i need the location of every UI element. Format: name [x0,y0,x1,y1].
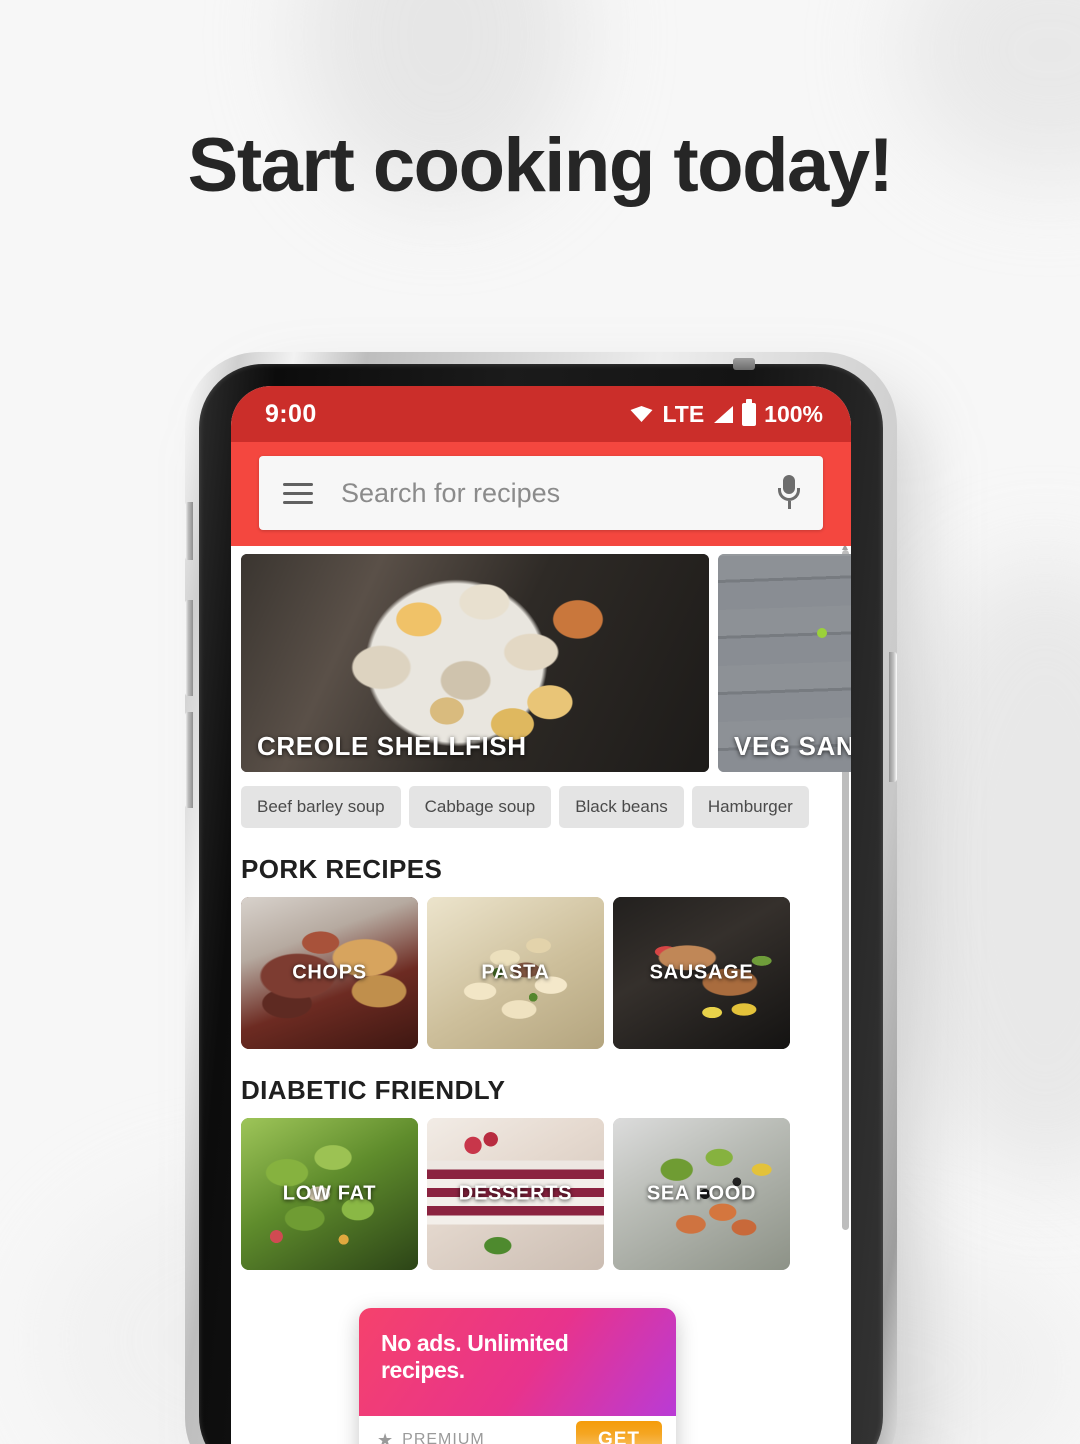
tile-sea-food[interactable]: SEA FOOD [613,1118,790,1270]
ad-banner[interactable]: No ads. Unlimited recipes. [359,1308,676,1416]
chip-cabbage-soup[interactable]: Cabbage soup [408,786,552,828]
tile-low-fat[interactable]: LOW FAT [241,1118,418,1270]
tile-sausage[interactable]: SAUSAGE [613,897,790,1049]
network-type-label: LTE [662,400,705,427]
search-placeholder-text: Search for recipes [341,477,561,508]
tile-chops[interactable]: CHOPS [241,897,418,1049]
silent-switch-button[interactable] [185,502,193,560]
microphone-icon[interactable] [777,475,801,511]
star-icon: ★ [377,1429,395,1444]
suggestion-chips[interactable]: Beef barley soup Cabbage soup Black bean… [231,772,851,828]
diabetic-friendly-tiles: LOW FAT DESSERTS SEA FOOD [231,1118,851,1270]
wifi-icon [630,406,653,422]
tile-desserts[interactable]: DESSERTS [427,1118,604,1270]
tile-label: LOW FAT [282,1182,377,1205]
power-button[interactable] [889,652,897,782]
phone-mockup: 9:00 LTE 100% Search for recipes CREOLE … [185,352,913,1444]
section-title-pork-recipes: PORK RECIPES [241,854,443,884]
tile-pasta[interactable]: PASTA [427,897,604,1049]
chip-beef-barley-soup[interactable]: Beef barley soup [241,786,401,828]
hero-card-title: CREOLE SHELLFISH [257,731,527,761]
tile-label: SAUSAGE [649,961,754,984]
premium-label: PREMIUM [402,1431,485,1444]
volume-down-button[interactable] [185,712,193,808]
speaker-icon [733,358,755,370]
hero-card-title: VEG SAND [734,731,851,761]
get-button[interactable]: GET [575,1421,662,1444]
tile-label: SEA FOOD [646,1182,757,1205]
status-time: 9:00 [265,399,317,428]
hero-card[interactable]: CREOLE SHELLFISH [241,554,709,772]
tile-label: PASTA [481,961,550,984]
signal-icon [714,405,734,423]
premium-ad-card[interactable]: No ads. Unlimited recipes. ★ PREMIUM GET [359,1308,676,1444]
pork-recipes-tiles: CHOPS PASTA SAUSAGE [231,897,851,1049]
chip-hamburger[interactable]: Hamburger [691,786,809,828]
hero-card[interactable]: VEG SAND [718,554,851,772]
page-headline: Start cooking today! [187,123,894,208]
section-title-diabetic-friendly: DIABETIC FRIENDLY [241,1075,506,1105]
search-input[interactable]: Search for recipes [259,456,823,530]
ad-footer: ★ PREMIUM GET [359,1416,676,1444]
volume-up-button[interactable] [185,600,193,696]
ad-headline-line2: recipes. [381,1357,465,1384]
battery-icon [742,398,757,426]
ad-headline-line1: No ads. Unlimited [381,1330,569,1356]
tile-label: DESSERTS [458,1182,573,1205]
hero-carousel[interactable]: CREOLE SHELLFISH VEG SAND [231,546,851,772]
chip-black-beans[interactable]: Black beans [559,786,684,828]
hamburger-menu-icon[interactable] [283,482,313,504]
status-indicators: LTE 100% [629,398,823,428]
search-bar-zone: Search for recipes [231,442,851,546]
premium-badge: ★ PREMIUM [377,1430,485,1444]
phone-screen: 9:00 LTE 100% Search for recipes CREOLE … [231,386,851,1444]
battery-percent-label: 100% [764,400,823,427]
tile-label: CHOPS [292,961,367,984]
recipe-feed: CREOLE SHELLFISH VEG SAND Beef barley so… [231,546,851,1444]
status-bar: 9:00 LTE 100% [231,386,851,442]
